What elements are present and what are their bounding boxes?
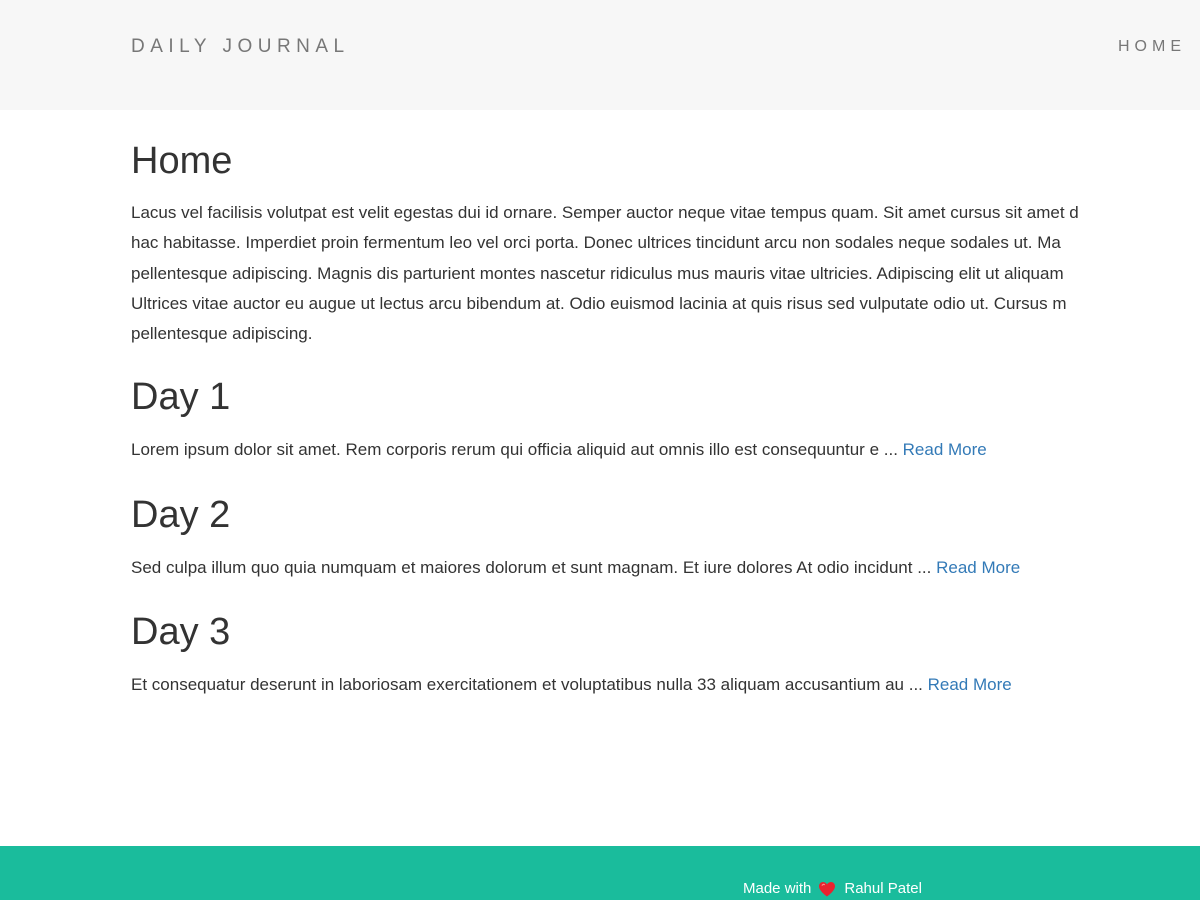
post-excerpt: Sed culpa illum quo quia numquam et maio… [131, 556, 1020, 580]
intro-line: Ultrices vitae auctor eu augue ut lectus… [131, 293, 1067, 313]
post-excerpt-text: Et consequatur deserunt in laboriosam ex… [131, 675, 928, 694]
intro-paragraph: Lacus vel facilisis volutpat est velit e… [131, 198, 1200, 349]
post-title: Day 1 [131, 376, 231, 418]
heart-icon [818, 881, 836, 897]
intro-line: pellentesque adipiscing. [131, 324, 313, 344]
intro-line: pellentesque adipiscing. Magnis dis part… [131, 263, 1064, 283]
nav-home-link[interactable]: HOME [1118, 38, 1186, 56]
navbar: DAILY JOURNAL HOME [0, 0, 1200, 110]
footer: Made with Rahul Patel [0, 846, 1200, 900]
main-content: Home Lacus vel facilisis volutpat est ve… [131, 110, 1200, 846]
read-more-link[interactable]: Read More [903, 440, 987, 459]
post-excerpt: Et consequatur deserunt in laboriosam ex… [131, 673, 1012, 697]
post-title: Day 2 [131, 494, 231, 536]
post-excerpt: Lorem ipsum dolor sit amet. Rem corporis… [131, 438, 987, 462]
post-title: Day 3 [131, 611, 231, 653]
footer-credit: Made with Rahul Patel [743, 880, 922, 897]
intro-line: hac habitasse. Imperdiet proin fermentum… [131, 233, 1061, 253]
post-excerpt-text: Lorem ipsum dolor sit amet. Rem corporis… [131, 440, 903, 459]
read-more-link[interactable]: Read More [928, 675, 1012, 694]
intro-line: Lacus vel facilisis volutpat est velit e… [131, 203, 1079, 222]
page-title: Home [131, 140, 233, 182]
made-with-text: Made with [743, 880, 812, 897]
post-excerpt-text: Sed culpa illum quo quia numquam et maio… [131, 558, 937, 577]
author-name: Rahul Patel [844, 880, 922, 897]
read-more-link[interactable]: Read More [936, 558, 1020, 577]
brand-link[interactable]: DAILY JOURNAL [131, 36, 350, 58]
